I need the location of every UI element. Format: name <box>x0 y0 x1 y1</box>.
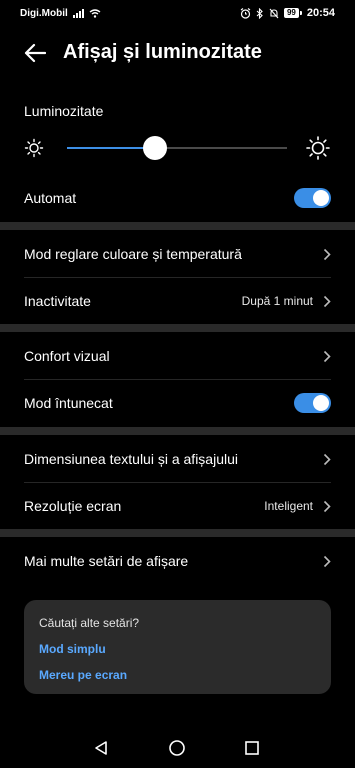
alarm-icon <box>240 7 251 19</box>
brightness-label: Luminozitate <box>24 103 104 119</box>
more-display-settings-label: Mai multe setări de afișare <box>24 553 189 569</box>
color-temperature-row[interactable]: Mod reglare culoare și temperatură <box>0 231 355 277</box>
dark-mode-row[interactable]: Mod întunecat <box>0 380 355 426</box>
mute-bell-icon <box>269 8 279 18</box>
carrier-label: Digi.Mobil <box>20 7 68 19</box>
chevron-right-icon <box>321 247 331 261</box>
eye-comfort-row[interactable]: Confort vizual <box>0 333 355 379</box>
page-title: Afișaj și luminozitate <box>63 41 262 63</box>
eye-comfort-label: Confort vizual <box>24 348 110 364</box>
back-button[interactable] <box>22 41 48 65</box>
suggestion-card: Căutați alte setări? Mod simplu Mereu pe… <box>24 600 331 694</box>
status-bar: Digi.Mobil 99 20:54 <box>0 0 355 26</box>
wifi-icon <box>89 8 101 18</box>
signal-icon <box>72 8 84 18</box>
nav-recents-button[interactable] <box>240 736 264 760</box>
sleep-value: După 1 minut <box>241 294 313 308</box>
chevron-right-icon <box>321 452 331 466</box>
group-separator <box>0 222 355 230</box>
screen-resolution-row[interactable]: Rezoluție ecran Inteligent <box>0 483 355 529</box>
battery-level: 99 <box>283 8 299 18</box>
dark-mode-toggle[interactable] <box>294 393 331 413</box>
app-header: Afișaj și luminozitate <box>0 36 355 70</box>
brightness-slider-thumb[interactable] <box>143 136 167 160</box>
battery-icon: 99 <box>283 8 302 18</box>
nav-back-button[interactable] <box>89 736 113 760</box>
brightness-high-icon <box>306 136 330 160</box>
group-separator <box>0 427 355 435</box>
simple-mode-link[interactable]: Mod simplu <box>39 642 316 656</box>
navigation-bar <box>0 728 355 768</box>
bluetooth-icon <box>256 7 263 19</box>
group-separator <box>0 324 355 332</box>
square-recents-icon <box>245 741 259 755</box>
auto-brightness-row[interactable]: Automat <box>0 175 355 221</box>
nav-home-button[interactable] <box>165 736 189 760</box>
chevron-right-icon <box>321 294 331 308</box>
sleep-label: Inactivitate <box>24 293 91 309</box>
chevron-right-icon <box>321 554 331 568</box>
suggestion-card-title: Căutați alte setări? <box>39 616 140 630</box>
text-size-row[interactable]: Dimensiunea textului și a afișajului <box>0 436 355 482</box>
more-display-settings-row[interactable]: Mai multe setări de afișare <box>0 538 355 584</box>
sleep-row[interactable]: Inactivitate După 1 minut <box>0 278 355 324</box>
screen-resolution-value: Inteligent <box>264 499 313 513</box>
chevron-right-icon <box>321 499 331 513</box>
auto-brightness-toggle[interactable] <box>294 188 331 208</box>
always-on-display-link[interactable]: Mereu pe ecran <box>39 668 316 682</box>
brightness-slider-fill <box>67 147 155 149</box>
triangle-back-icon <box>95 741 107 755</box>
dark-mode-label: Mod întunecat <box>24 395 113 411</box>
color-temperature-label: Mod reglare culoare și temperatură <box>24 246 242 262</box>
brightness-low-icon <box>24 138 44 158</box>
screen-resolution-label: Rezoluție ecran <box>24 498 122 514</box>
group-separator <box>0 529 355 537</box>
auto-brightness-label: Automat <box>24 190 77 206</box>
arrow-left-icon <box>24 43 46 63</box>
text-size-label: Dimensiunea textului și a afișajului <box>24 451 238 467</box>
circle-home-icon <box>169 740 185 756</box>
brightness-slider-row <box>0 134 355 162</box>
clock: 20:54 <box>306 7 335 19</box>
chevron-right-icon <box>321 349 331 363</box>
brightness-slider[interactable] <box>67 136 287 160</box>
